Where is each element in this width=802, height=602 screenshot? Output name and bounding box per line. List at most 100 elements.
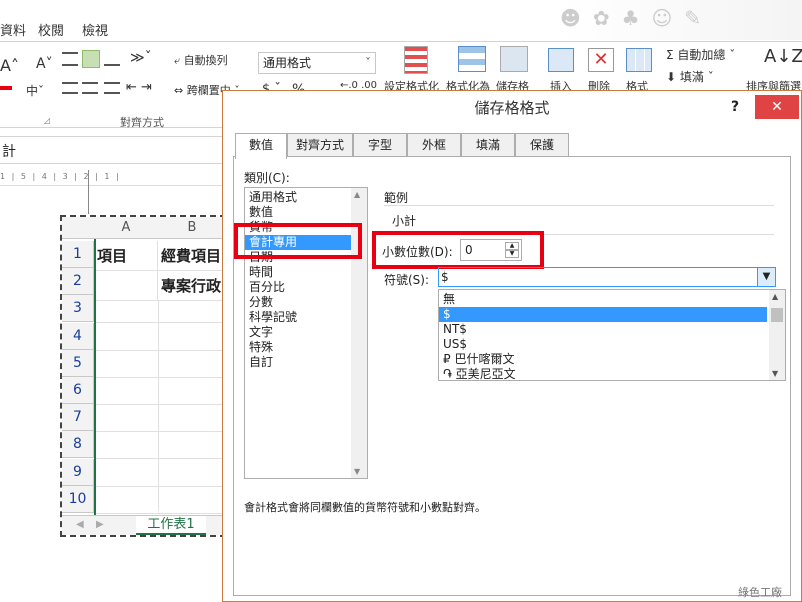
align-right-icon[interactable] bbox=[104, 82, 120, 94]
row-header-7[interactable]: 7 bbox=[62, 404, 94, 432]
cell-B2[interactable]: 專案行政 bbox=[158, 271, 226, 301]
sort-icon[interactable]: A↓Z bbox=[764, 46, 802, 67]
wrap-text-button[interactable]: ⤶ 自動換列 bbox=[174, 52, 228, 68]
row-header-6[interactable]: 6 bbox=[62, 377, 94, 404]
col-header-A[interactable]: A bbox=[94, 217, 158, 239]
symbol-option[interactable]: US$ bbox=[439, 337, 767, 352]
cell-B1[interactable]: 經費項目 bbox=[158, 241, 226, 271]
symbol-select[interactable]: $ ▼ bbox=[438, 267, 776, 287]
conditional-format-icon[interactable] bbox=[404, 46, 428, 74]
fill-button[interactable]: ⬇ 填滿 ˇ bbox=[666, 68, 714, 85]
category-item[interactable]: 百分比 bbox=[245, 280, 353, 295]
row-line bbox=[94, 376, 224, 378]
tab-review[interactable]: 校閱 bbox=[38, 20, 64, 39]
insert-icon[interactable] bbox=[548, 48, 574, 72]
category-item[interactable]: 通用格式 bbox=[245, 190, 353, 205]
row-line bbox=[94, 458, 224, 460]
row-line bbox=[94, 431, 224, 433]
symbol-option[interactable]: NT$ bbox=[439, 322, 767, 337]
delete-icon[interactable]: ✕ bbox=[588, 48, 614, 72]
sample-label: 範例 bbox=[384, 191, 409, 205]
row-header-5[interactable]: 5 bbox=[62, 349, 94, 377]
row-header-4[interactable]: 4 bbox=[62, 322, 94, 350]
worksheet: A B 1 2 3 4 5 6 7 8 9 10 項目 經費項目 專案行政 ◀ ▶ 工作表1 bbox=[60, 215, 226, 537]
font-color-icon[interactable] bbox=[0, 86, 12, 90]
help-button[interactable]: ? bbox=[731, 99, 739, 115]
category-item[interactable]: 自訂 bbox=[245, 355, 353, 370]
align-center-icon[interactable] bbox=[82, 82, 98, 94]
next-sheet-icon[interactable]: ▶ bbox=[96, 519, 104, 530]
formula-value: 計 bbox=[2, 144, 16, 160]
category-label: 類別(C): bbox=[244, 171, 290, 185]
category-item[interactable]: 科學記號 bbox=[245, 310, 353, 325]
tab-protection[interactable]: 保護 bbox=[515, 133, 569, 157]
format-icon[interactable] bbox=[626, 48, 652, 72]
format-table-icon[interactable] bbox=[458, 46, 486, 72]
alignment-group-label: 對齊方式 bbox=[120, 116, 164, 129]
category-item[interactable]: 數值 bbox=[245, 205, 353, 220]
cell-A1[interactable]: 項目 bbox=[94, 241, 158, 271]
ribbon-tab-bar: 資料 校閱 檢視 ☻✿♣☺✎ bbox=[0, 0, 802, 42]
category-item[interactable]: 時間 bbox=[245, 265, 353, 280]
category-item[interactable]: 分數 bbox=[245, 295, 353, 310]
select-all-corner[interactable] bbox=[62, 217, 94, 239]
symbol-option[interactable]: ₽ 巴什喀爾文 bbox=[439, 352, 767, 367]
row-line bbox=[94, 322, 224, 324]
category-item[interactable]: 文字 bbox=[245, 325, 353, 340]
symbol-scroll-down-icon[interactable]: ▼ bbox=[772, 369, 778, 378]
row-header-10[interactable]: 10 bbox=[62, 485, 94, 513]
tab-alignment[interactable]: 對齊方式 bbox=[287, 133, 353, 157]
font-size-down-button[interactable]: A˅ bbox=[36, 56, 53, 72]
scroll-up-icon[interactable]: ▲ bbox=[354, 190, 360, 199]
row-header-2[interactable]: 2 bbox=[62, 268, 94, 296]
scroll-down-icon[interactable]: ▼ bbox=[354, 467, 360, 476]
cell-A2[interactable] bbox=[94, 271, 158, 301]
number-format-select[interactable]: 通用格式 ˇ bbox=[258, 52, 376, 74]
symbol-scrollbar[interactable]: ▲ ▼ bbox=[769, 290, 785, 380]
symbol-dropdown[interactable]: 無 $ NT$ US$ ₽ 巴什喀爾文 ֏ 亞美尼亞文 ▲ ▼ bbox=[438, 289, 786, 381]
format-cells-dialog: 儲存格格式 ? ✕ 數值 對齊方式 字型 外框 填滿 保護 類別(C): 通用格… bbox=[222, 90, 802, 602]
sheet-tab[interactable]: 工作表1 bbox=[136, 516, 206, 535]
ruler-marker[interactable] bbox=[88, 170, 98, 214]
close-button[interactable]: ✕ bbox=[755, 95, 799, 119]
font-size-up-button[interactable]: A˄ bbox=[0, 56, 19, 75]
orientation-icon[interactable]: ≫ˇ bbox=[130, 50, 152, 66]
sheet-tab-bar: ◀ ▶ 工作表1 bbox=[62, 515, 224, 535]
tab-number[interactable]: 數值 bbox=[235, 133, 287, 159]
symbol-option[interactable]: 無 bbox=[439, 292, 767, 307]
symbol-option[interactable]: $ bbox=[439, 307, 767, 322]
tab-view[interactable]: 檢視 bbox=[82, 20, 108, 39]
indent-icon[interactable]: ⇤ ⇥ bbox=[126, 80, 152, 95]
tab-font[interactable]: 字型 bbox=[353, 133, 407, 157]
align-middle-icon[interactable] bbox=[82, 50, 100, 68]
row-header-9[interactable]: 9 bbox=[62, 458, 94, 486]
number-tab-panel: 類別(C): 通用格式 數值 貨幣 會計專用 日期 時間 百分比 分數 科學記號 文字 特殊 自訂 ▲… bbox=[233, 156, 791, 596]
sample-value: 小計 bbox=[392, 214, 417, 228]
dropdown-arrow-icon[interactable]: ▼ bbox=[757, 268, 775, 286]
grid-line bbox=[158, 301, 159, 511]
symbol-label: 符號(S): bbox=[384, 273, 430, 287]
symbol-scroll-up-icon[interactable]: ▲ bbox=[772, 292, 778, 301]
dialog-launcher-icon[interactable]: ◿ bbox=[44, 116, 50, 125]
row-header-3[interactable]: 3 bbox=[62, 295, 94, 323]
phonetic-icon[interactable]: 中ˇ bbox=[26, 82, 44, 99]
align-left-icon[interactable] bbox=[62, 82, 78, 94]
align-bottom-icon[interactable] bbox=[104, 52, 120, 66]
formula-bar[interactable]: 計 bbox=[0, 136, 226, 164]
symbol-scroll-thumb[interactable] bbox=[771, 308, 783, 322]
align-top-icon[interactable] bbox=[62, 52, 78, 66]
prev-sheet-icon[interactable]: ◀ bbox=[76, 519, 84, 530]
watermark: 綠色工廠 bbox=[738, 586, 782, 599]
cell-styles-icon[interactable] bbox=[500, 46, 528, 72]
symbol-option[interactable]: ֏ 亞美尼亞文 bbox=[439, 367, 767, 382]
row-header-8[interactable]: 8 bbox=[62, 431, 94, 459]
tab-data[interactable]: 資料 bbox=[0, 20, 26, 39]
tab-fill[interactable]: 填滿 bbox=[461, 133, 515, 157]
row-header-1[interactable]: 1 bbox=[62, 241, 94, 268]
row-line bbox=[94, 485, 224, 487]
category-item[interactable]: 特殊 bbox=[245, 340, 353, 355]
autosum-button[interactable]: Σ 自動加總 ˇ bbox=[666, 46, 735, 63]
col-header-B[interactable]: B bbox=[158, 217, 226, 239]
ruler: 1 | 5 | 4 | 3 | 2 | 1 | bbox=[0, 172, 226, 186]
tab-border[interactable]: 外框 bbox=[407, 133, 461, 157]
